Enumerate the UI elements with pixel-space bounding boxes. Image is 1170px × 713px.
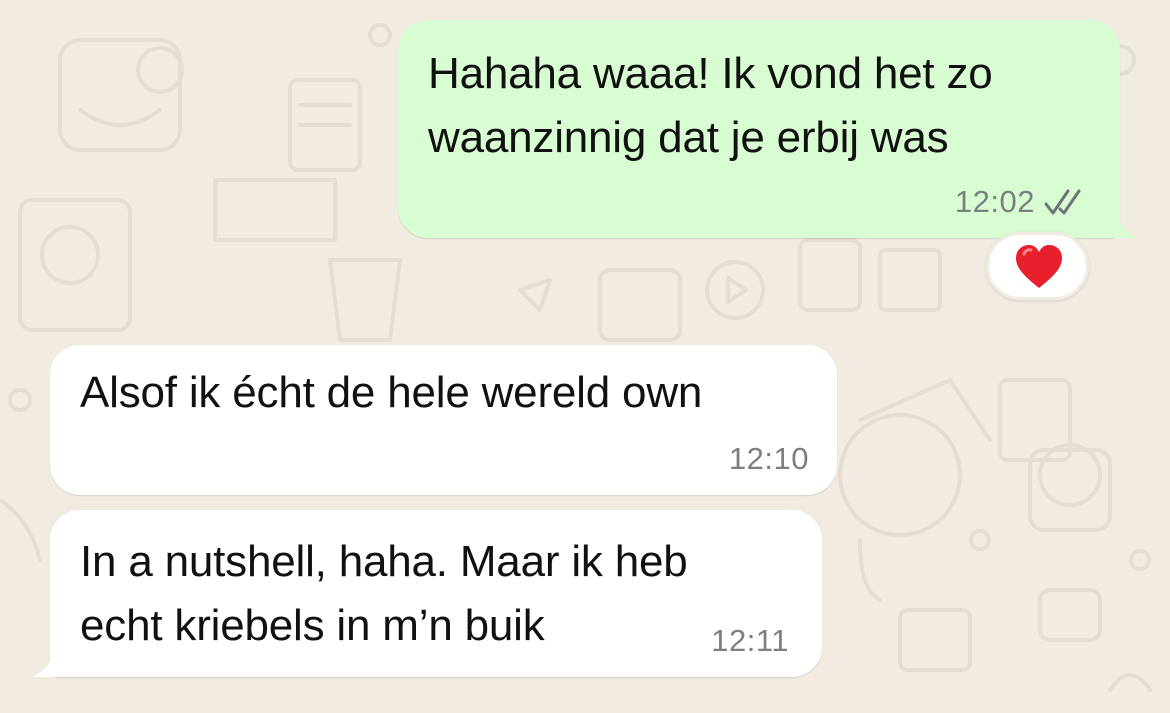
- message-text: Hahaha waaa! Ik vond het zo waanzinnig d…: [428, 49, 993, 162]
- outgoing-message-bubble[interactable]: Hahaha waaa! Ik vond het zo waanzinnig d…: [398, 20, 1138, 238]
- incoming-message-bubble[interactable]: In a nutshell, haha. Maar ik heb echt kr…: [32, 510, 822, 677]
- message-text: Alsof ik écht de hele wereld own: [80, 368, 703, 417]
- message-reaction[interactable]: [986, 232, 1089, 300]
- bubble-tail: [1108, 216, 1138, 238]
- message-time: 12:02: [954, 184, 1035, 219]
- red-heart-icon: [1016, 245, 1062, 288]
- message-time: 12:11: [711, 623, 789, 658]
- message-text: In a nutshell, haha. Maar ik heb echt kr…: [80, 537, 688, 650]
- double-check-icon: [1044, 189, 1081, 215]
- message-time: 12:10: [728, 441, 809, 476]
- incoming-message-bubble[interactable]: Alsof ik écht de hele wereld own 12:10: [50, 345, 837, 495]
- bubble-tail: [32, 655, 62, 677]
